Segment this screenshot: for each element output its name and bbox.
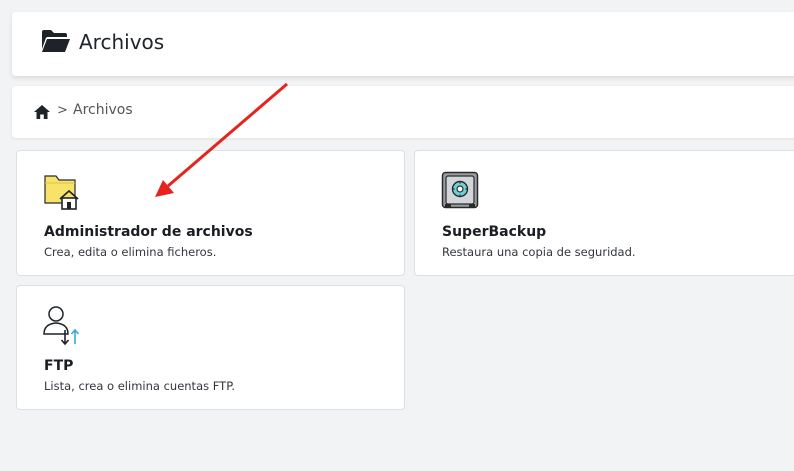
home-icon[interactable] [34,104,50,123]
card-title: FTP [44,358,74,374]
file-manager-card[interactable]: Administrador de archivos Crea, edita o … [16,150,405,276]
card-description: Restaura una copia de seguridad. [442,245,636,259]
breadcrumb: > Archivos [12,86,794,138]
ftp-card[interactable]: FTP Lista, crea o elimina cuentas FTP. [16,285,405,410]
user-transfer-icon [43,304,83,350]
folder-home-icon [43,171,81,215]
superbackup-card[interactable]: SuperBackup Restaura una copia de seguri… [414,150,794,276]
breadcrumb-current: Archivos [73,102,133,118]
card-title: Administrador de archivos [44,224,253,240]
page-title: Archivos [79,30,165,54]
folder-open-icon [41,29,71,57]
safe-icon [441,171,479,213]
page-header: Archivos [12,12,794,76]
card-description: Crea, edita o elimina ficheros. [44,245,217,259]
breadcrumb-separator: > [57,103,68,118]
card-description: Lista, crea o elimina cuentas FTP. [44,379,235,393]
card-title: SuperBackup [442,224,547,240]
